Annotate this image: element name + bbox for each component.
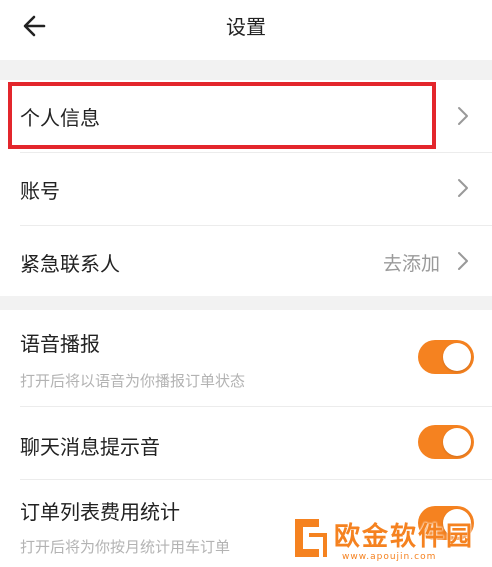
setting-chat-sound: 聊天消息提示音 <box>0 407 492 479</box>
watermark-logo: 欧金软件园 www.apoujin.com <box>290 512 490 564</box>
section-gap <box>0 60 492 80</box>
setting-description: 打开后将为你按月统计用车订单 <box>20 538 231 556</box>
logo-mark-icon <box>293 517 329 559</box>
menu-item-emergency-contact[interactable]: 紧急联系人 去添加 <box>0 226 492 296</box>
add-contact-link[interactable]: 去添加 <box>383 249 440 276</box>
setting-label: 订单列表费用统计 <box>20 500 180 524</box>
section-gap <box>0 296 492 310</box>
chevron-right-icon <box>458 107 468 125</box>
page-title: 设置 <box>226 15 266 39</box>
menu-item-label: 账号 <box>20 179 60 203</box>
setting-description: 打开后将以语音为你播报订单状态 <box>20 372 246 390</box>
watermark-text: 欧金软件园 <box>334 522 475 552</box>
setting-label: 聊天消息提示音 <box>20 435 160 459</box>
setting-voice-broadcast: 语音播报 打开后将以语音为你播报订单状态 <box>0 310 492 406</box>
toggle-knob <box>443 428 471 456</box>
chevron-right-icon <box>458 252 468 270</box>
menu-item-personal-info[interactable]: 个人信息 <box>0 80 492 152</box>
top-bar: 设置 <box>0 0 492 60</box>
chat-sound-toggle[interactable] <box>418 425 474 459</box>
watermark-url: www.apoujin.com <box>342 552 437 562</box>
voice-broadcast-toggle[interactable] <box>418 340 474 374</box>
toggle-knob <box>443 343 471 371</box>
setting-label: 语音播报 <box>20 332 100 356</box>
menu-item-account[interactable]: 账号 <box>0 153 492 225</box>
menu-item-label: 个人信息 <box>20 106 100 130</box>
chevron-right-icon <box>458 179 468 197</box>
menu-item-label: 紧急联系人 <box>20 252 120 276</box>
